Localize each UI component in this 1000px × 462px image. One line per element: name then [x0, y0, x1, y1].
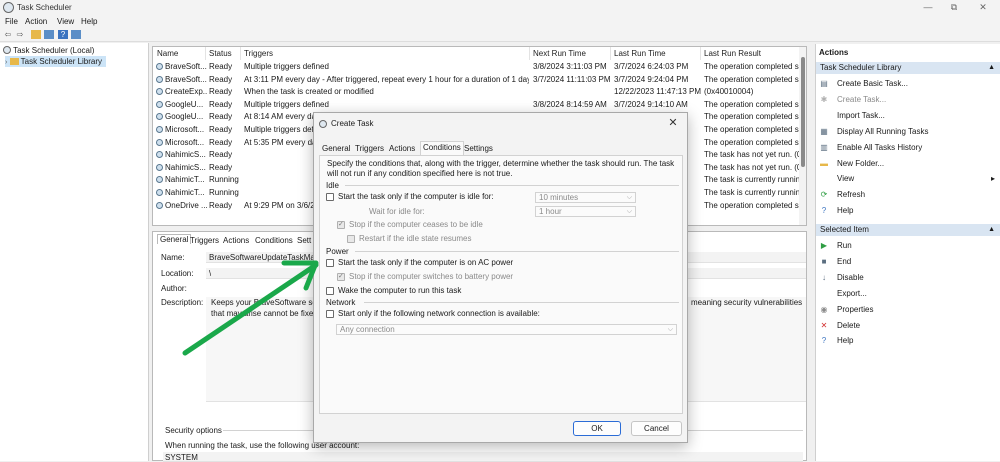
arrow-shaft [182, 262, 319, 356]
annotation-arrow [182, 260, 319, 356]
